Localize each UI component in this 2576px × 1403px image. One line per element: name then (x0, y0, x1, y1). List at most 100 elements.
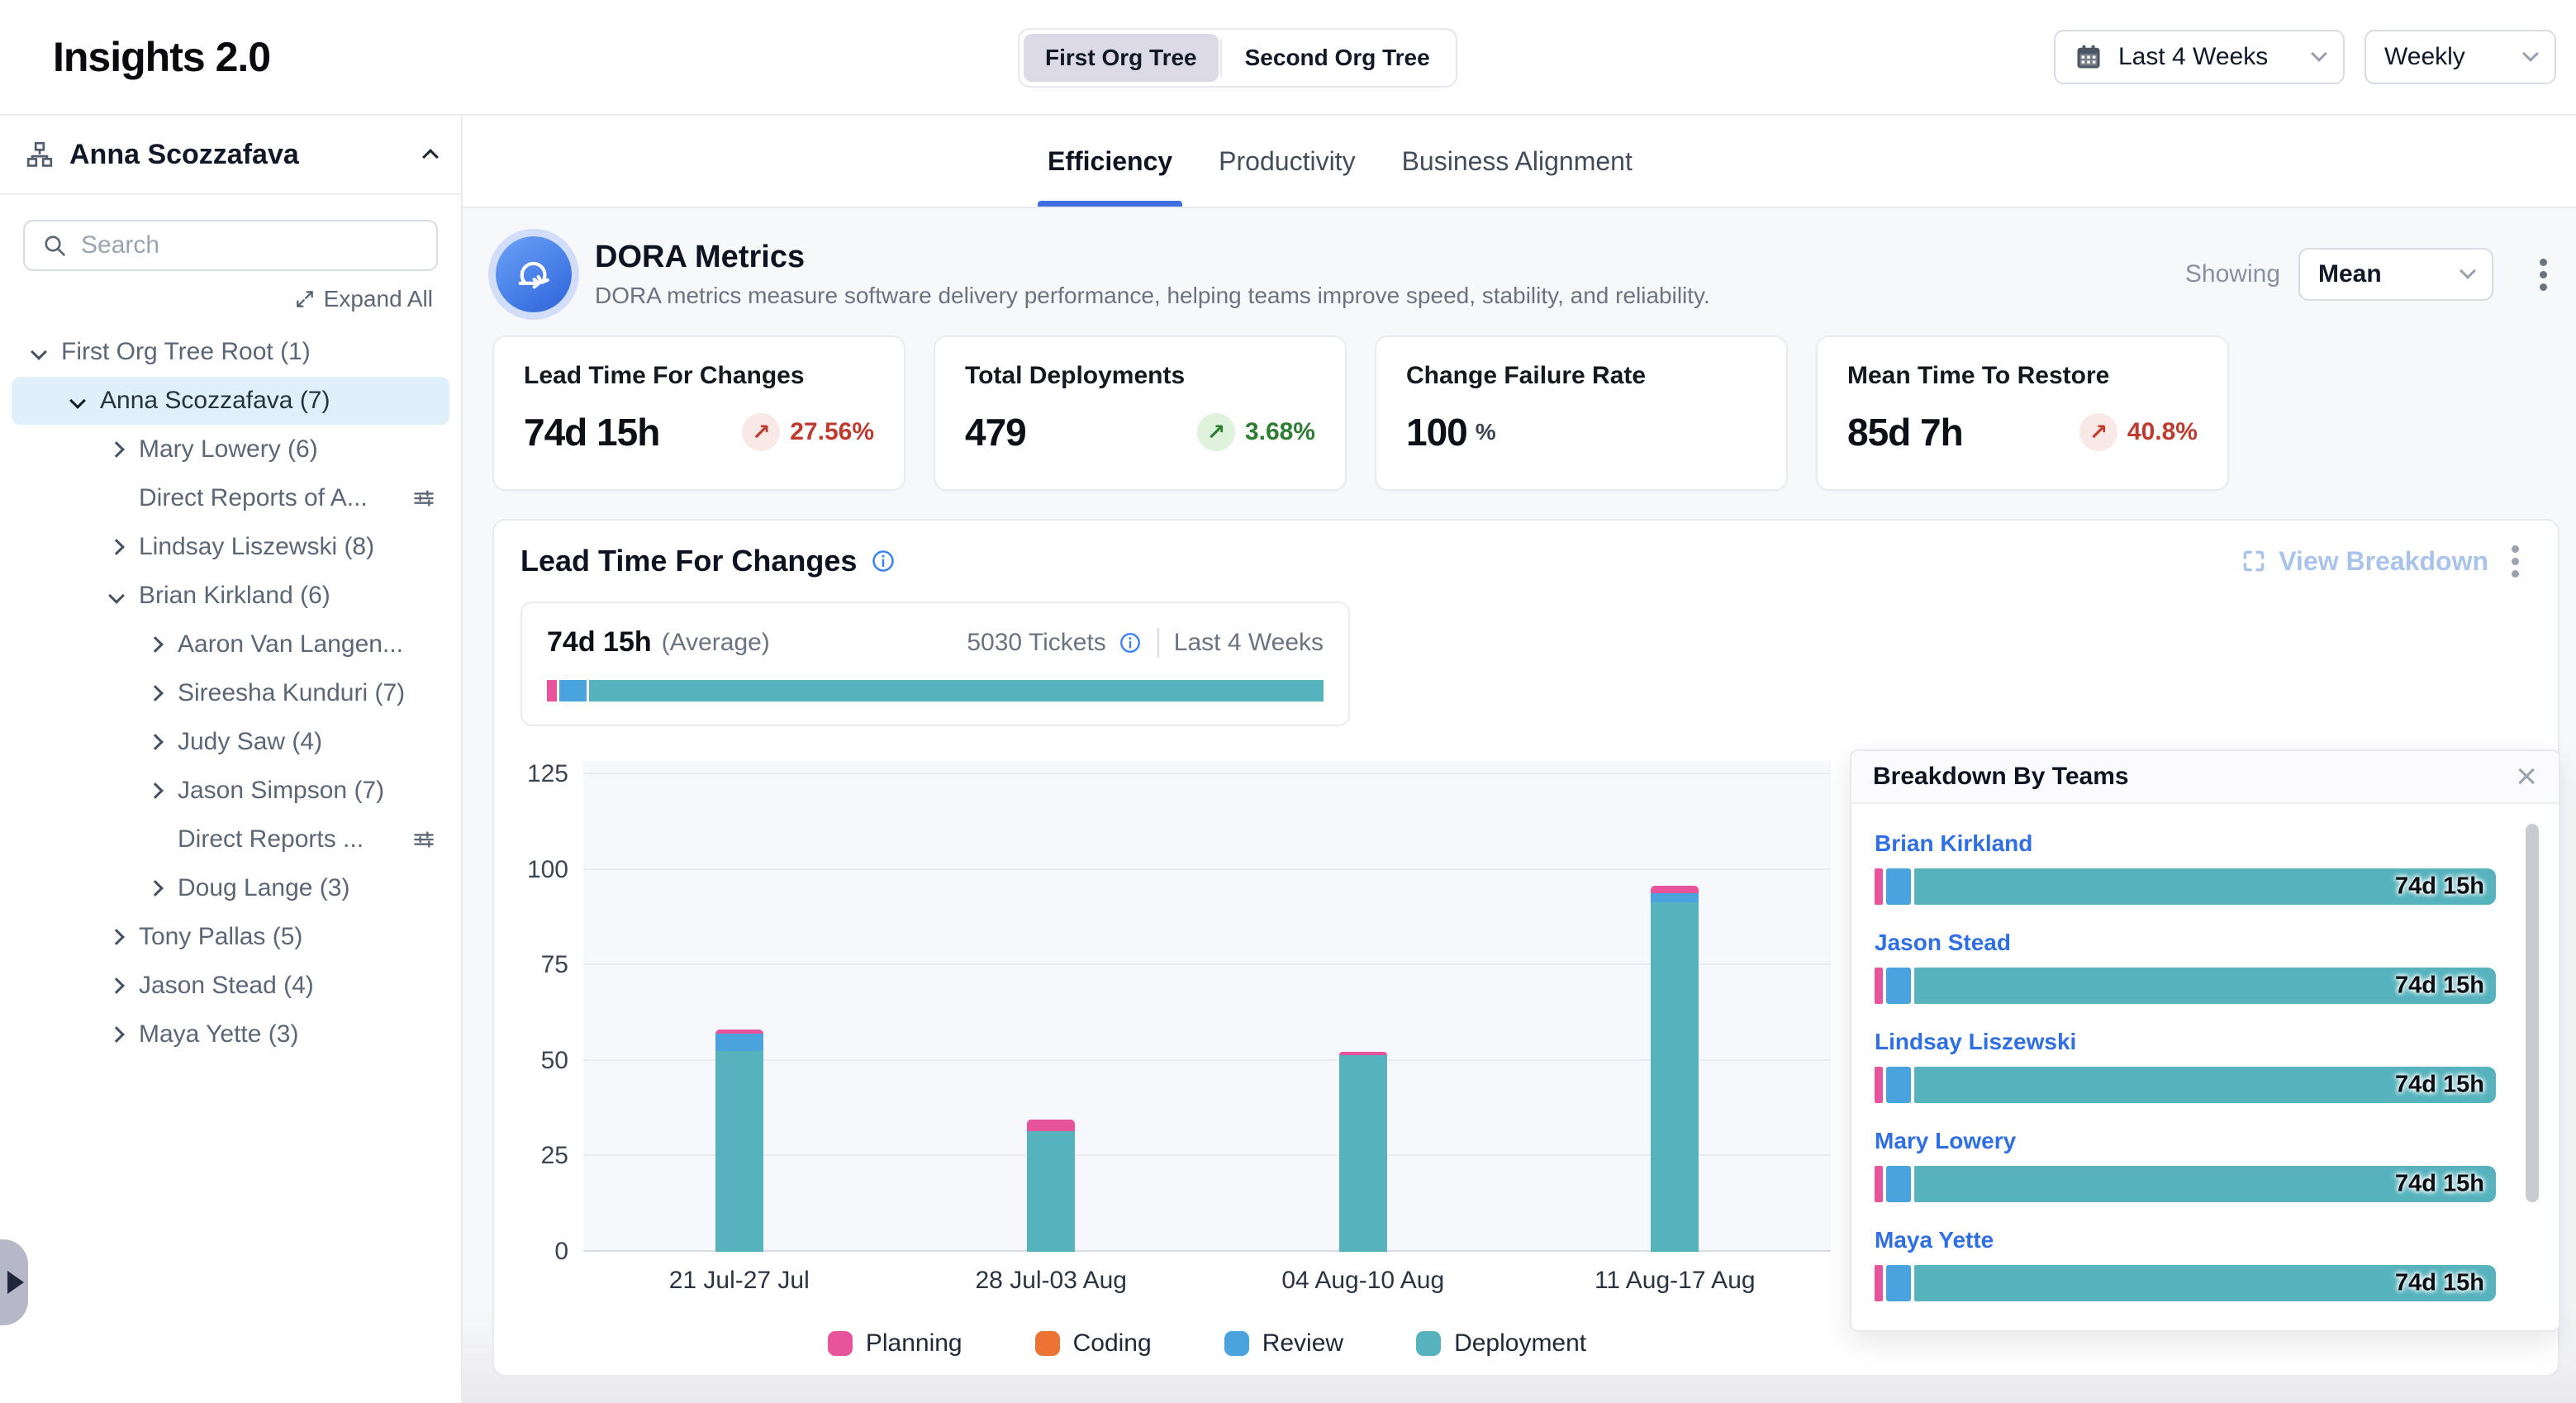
info-icon[interactable] (1118, 630, 1143, 655)
team-name-link[interactable]: Maya Yette (1875, 1227, 1994, 1253)
team-name-link[interactable]: Lindsay Liszewski (1875, 1029, 2076, 1055)
tree-item-brian-kirkland-6[interactable]: Brian Kirkland (6) (12, 572, 449, 620)
average-summary-card: 74d 15h (Average) 5030 Tickets Last 4 We… (520, 602, 1350, 726)
chevron-up-icon (422, 149, 439, 165)
tab-productivity[interactable]: Productivity (1219, 116, 1355, 207)
legend-item-coding[interactable]: Coding (1035, 1329, 1152, 1358)
tree-item-label: Tony Pallas (5) (139, 923, 302, 951)
chevron-right-icon (147, 782, 164, 799)
expand-all-label: Expand All (324, 286, 433, 312)
dora-kebab-menu-icon[interactable] (2526, 259, 2559, 291)
tree-item-aaron-van-langen[interactable]: Aaron Van Langen... (12, 621, 449, 668)
tree-item-direct-reports[interactable]: Direct Reports ... (12, 816, 449, 863)
team-row-jason-stead: Jason Stead74d 15h (1875, 930, 2536, 1004)
close-icon[interactable]: × (2516, 759, 2537, 795)
filter-icon[interactable] (411, 827, 436, 852)
expand-icon (294, 288, 316, 310)
org-tree: First Org Tree Root (1) Anna Scozzafava (… (0, 322, 461, 1403)
tree-item-label: Doug Lange (3) (178, 874, 349, 902)
filter-icon[interactable] (411, 486, 436, 511)
legend-item-review[interactable]: Review (1224, 1329, 1343, 1358)
tree-item-direct-reports-of-a[interactable]: Direct Reports of A... (12, 474, 449, 522)
y-tick-label: 100 (527, 856, 568, 884)
org-chart-icon (25, 140, 55, 169)
metric-card-value: 85d 7h (1847, 410, 1963, 454)
toggle-second-org-tree[interactable]: Second Org Tree (1224, 34, 1452, 82)
toggle-first-org-tree[interactable]: First Org Tree (1024, 34, 1219, 82)
team-name-link[interactable]: Mary Lowery (1875, 1128, 2016, 1154)
bar-column-11-aug-17-aug[interactable] (1519, 761, 1832, 1252)
team-row-lindsay-liszewski: Lindsay Liszewski74d 15h (1875, 1029, 2536, 1103)
tree-item-jason-stead-4[interactable]: Jason Stead (4) (12, 962, 449, 1010)
main-tabs: Efficiency Productivity Business Alignment (463, 116, 2576, 208)
chevron-right-icon (108, 539, 125, 555)
team-bar-segment-review (1886, 968, 1911, 1004)
granularity-select[interactable]: Weekly (2365, 30, 2556, 84)
sidebar-collapse-handle[interactable] (0, 1239, 28, 1325)
x-axis-label: 21 Jul-27 Jul (583, 1267, 896, 1295)
tree-item-tony-pallas-5[interactable]: Tony Pallas (5) (12, 913, 449, 961)
team-bar-segment-planning (1875, 1265, 1883, 1301)
bar-column-28-jul-03-aug[interactable] (896, 761, 1208, 1252)
chevron-down-icon (2522, 45, 2539, 62)
chevron-right-icon (108, 1026, 125, 1043)
y-tick-label: 125 (527, 760, 568, 788)
tree-item-mary-lowery-6[interactable]: Mary Lowery (6) (12, 426, 449, 473)
tab-business-alignment[interactable]: Business Alignment (1402, 116, 1633, 207)
tree-item-label: Anna Scozzafava (7) (100, 387, 330, 415)
average-bar-segment-planning (547, 680, 557, 702)
tree-item-judy-saw-4[interactable]: Judy Saw (4) (12, 718, 449, 766)
average-stacked-bar (547, 680, 1324, 702)
tree-item-lindsay-liszewski-8[interactable]: Lindsay Liszewski (8) (12, 523, 449, 571)
search-input[interactable] (81, 231, 420, 259)
info-icon[interactable] (870, 548, 896, 574)
y-axis: 0255075100125 (520, 761, 583, 1252)
scrollbar-thumb[interactable] (2526, 824, 2539, 1202)
tree-item-doug-lange-3[interactable]: Doug Lange (3) (12, 864, 449, 912)
search-icon (41, 232, 68, 259)
expand-all-button[interactable]: Expand All (0, 278, 461, 322)
sidebar-user-name: Anna Scozzafava (69, 139, 299, 171)
team-bar-segment-review (1886, 1067, 1911, 1103)
arrow-right-icon (7, 1271, 24, 1294)
legend-item-deployment[interactable]: Deployment (1416, 1329, 1586, 1358)
legend-swatch (1416, 1331, 1441, 1356)
y-tick-label: 50 (541, 1047, 568, 1075)
average-bar-segment-review (559, 680, 587, 702)
average-bar-segment-deployment (589, 680, 1324, 702)
metric-card-title: Lead Time For Changes (524, 362, 874, 390)
team-name-link[interactable]: Jason Stead (1875, 930, 2011, 956)
tree-item-jason-simpson-7[interactable]: Jason Simpson (7) (12, 767, 449, 815)
metric-card-mean-time-to-restore: Mean Time To Restore85d 7h↗40.8% (1816, 335, 2229, 491)
team-bar-segment-review (1886, 868, 1911, 905)
sidebar-user-header[interactable]: Anna Scozzafava (0, 116, 461, 195)
showing-label: Showing (2185, 260, 2280, 288)
org-sidebar: Anna Scozzafava Expand All First Org Tre… (0, 116, 463, 1403)
showing-select[interactable]: Mean (2298, 248, 2493, 301)
x-axis-label: 28 Jul-03 Aug (896, 1267, 1208, 1295)
dora-metrics-header: DORA Metrics DORA metrics measure softwa… (492, 228, 2559, 335)
metric-card-title: Total Deployments (965, 362, 1315, 390)
tree-item-maya-yette-3[interactable]: Maya Yette (3) (12, 1011, 449, 1058)
date-range-select[interactable]: Last 4 Weeks (2054, 30, 2345, 84)
lead-time-title: Lead Time For Changes (520, 544, 857, 578)
team-bar-segment-planning (1875, 868, 1883, 905)
team-bar-value: 74d 15h (2395, 1171, 2484, 1198)
trend-delta-value: 27.56% (790, 418, 874, 446)
bar-column-04-aug-10-aug[interactable] (1207, 761, 1519, 1252)
legend-item-planning[interactable]: Planning (828, 1329, 962, 1358)
legend-label: Deployment (1454, 1329, 1586, 1358)
tree-item-label: Judy Saw (4) (178, 728, 322, 756)
bar-column-21-jul-27-jul[interactable] (583, 761, 896, 1252)
view-breakdown-button[interactable]: View Breakdown (2241, 546, 2488, 577)
x-axis: 21 Jul-27 Jul28 Jul-03 Aug04 Aug-10 Aug1… (583, 1267, 1831, 1295)
legend-label: Coding (1073, 1329, 1152, 1358)
tree-item-first-org-tree-root-1[interactable]: First Org Tree Root (1) (12, 328, 449, 376)
tab-efficiency[interactable]: Efficiency (1048, 116, 1172, 207)
breakdown-by-teams-panel: Breakdown By Teams × Brian Kirkland74d 1… (1850, 749, 2560, 1332)
tree-item-sireesha-kunduri-7[interactable]: Sireesha Kunduri (7) (12, 669, 449, 717)
trend-badge: ↗27.56% (742, 413, 874, 451)
lead-time-kebab-menu-icon[interactable] (2498, 545, 2531, 578)
team-name-link[interactable]: Brian Kirkland (1875, 830, 2032, 857)
tree-item-anna-scozzafava-7[interactable]: Anna Scozzafava (7) (12, 377, 449, 425)
